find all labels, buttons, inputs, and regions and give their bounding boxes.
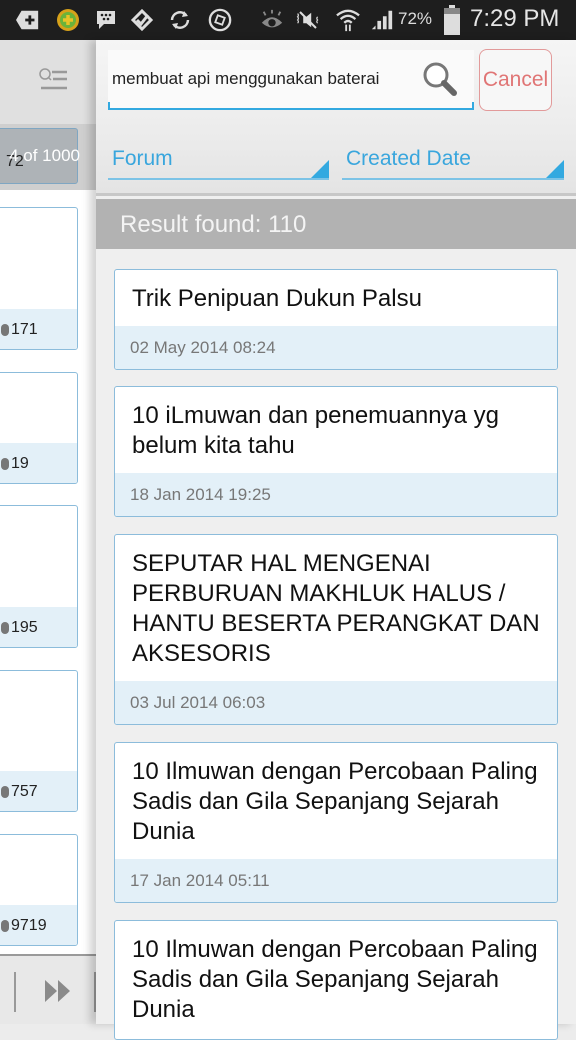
result-item[interactable]: 10 Ilmuwan dengan Percobaan Paling Sadis…: [114, 920, 558, 1040]
view-count: 9719: [11, 917, 47, 934]
result-item[interactable]: 10 iLmuwan dan penemuannya yg belum kita…: [114, 386, 558, 517]
dropdown-corner-icon: [546, 160, 564, 178]
background-header: [0, 40, 96, 124]
shutter-icon: [208, 8, 232, 32]
view-count: 171: [11, 321, 38, 338]
result-title: 10 Ilmuwan dengan Percobaan Paling Sadis…: [132, 936, 538, 1023]
add-notification-icon: [16, 8, 40, 32]
result-summary-bar: Result found: 110: [96, 199, 576, 249]
search-field[interactable]: [108, 50, 474, 110]
view-count-icon: [1, 786, 9, 798]
wifi-icon: [336, 8, 360, 32]
background-card[interactable]: 757: [0, 670, 78, 812]
foursquare-check-icon: [130, 8, 154, 32]
mute-icon: [296, 8, 320, 32]
search-icon[interactable]: [420, 60, 460, 100]
page-indicator: 4 of 1000: [9, 146, 80, 165]
view-count-icon: [1, 622, 9, 634]
signal-icon: [370, 8, 394, 32]
result-date: 03 Jul 2014 06:03: [115, 681, 557, 724]
search-bar: Cancel: [96, 40, 576, 122]
result-title: Trik Penipuan Dukun Palsu: [132, 285, 422, 312]
last-page-icon[interactable]: [44, 978, 72, 1004]
result-title: SEPUTAR HAL MENGENAI PERBURUAN MAKHLUK H…: [132, 550, 540, 667]
result-item[interactable]: SEPUTAR HAL MENGENAI PERBURUAN MAKHLUK H…: [114, 534, 558, 725]
search-input[interactable]: [108, 50, 420, 108]
background-card[interactable]: 9719: [0, 834, 78, 946]
result-item[interactable]: 10 Ilmuwan dengan Percobaan Paling Sadis…: [114, 742, 558, 903]
view-count-icon: [1, 324, 9, 336]
divider: [14, 972, 16, 1012]
forum-filter-label: Forum: [112, 147, 173, 170]
dropdown-corner-icon: [311, 160, 329, 178]
background-card[interactable]: 19: [0, 372, 78, 484]
clock: 7:29 PM: [470, 5, 560, 32]
result-count: Result found: 110: [120, 211, 307, 238]
forum-filter-dropdown[interactable]: Forum: [108, 144, 329, 180]
cancel-button[interactable]: Cancel: [479, 49, 552, 111]
background-thread-list: 72 4 of 1000 171 19 195 757 9719: [0, 40, 96, 1024]
battery-percent: 72%: [398, 9, 433, 28]
battery-icon: [440, 5, 464, 35]
result-title: 10 iLmuwan dan penemuannya yg belum kita…: [132, 402, 499, 459]
view-count: 195: [11, 619, 38, 636]
sort-filter-label: Created Date: [346, 147, 471, 170]
security-app-icon: [56, 8, 80, 32]
sync-icon: [168, 8, 192, 32]
view-count-icon: [1, 458, 9, 470]
sort-filter-dropdown[interactable]: Created Date: [342, 144, 564, 180]
view-count: 19: [11, 455, 29, 472]
pagination-bar: [0, 954, 96, 1024]
result-title: 10 Ilmuwan dengan Percobaan Paling Sadis…: [132, 758, 538, 845]
background-card[interactable]: 171: [0, 207, 78, 350]
status-bar: 72% 7:29 PM: [0, 0, 576, 40]
view-count-icon: [1, 920, 9, 932]
search-panel: Cancel Forum Created Date Result found: …: [96, 40, 576, 1040]
filter-bar: Forum Created Date: [96, 122, 576, 196]
result-date: 02 May 2014 08:24: [115, 326, 557, 369]
result-date: 18 Jan 2014 19:25: [115, 473, 557, 516]
view-count: 757: [11, 783, 38, 800]
result-item[interactable]: Trik Penipuan Dukun Palsu 02 May 2014 08…: [114, 269, 558, 370]
background-card[interactable]: 195: [0, 505, 78, 648]
search-list-icon[interactable]: [38, 66, 68, 94]
bbm-icon: [94, 8, 118, 32]
result-date: 17 Jan 2014 05:11: [115, 859, 557, 902]
smart-stay-eye-icon: [260, 8, 284, 32]
